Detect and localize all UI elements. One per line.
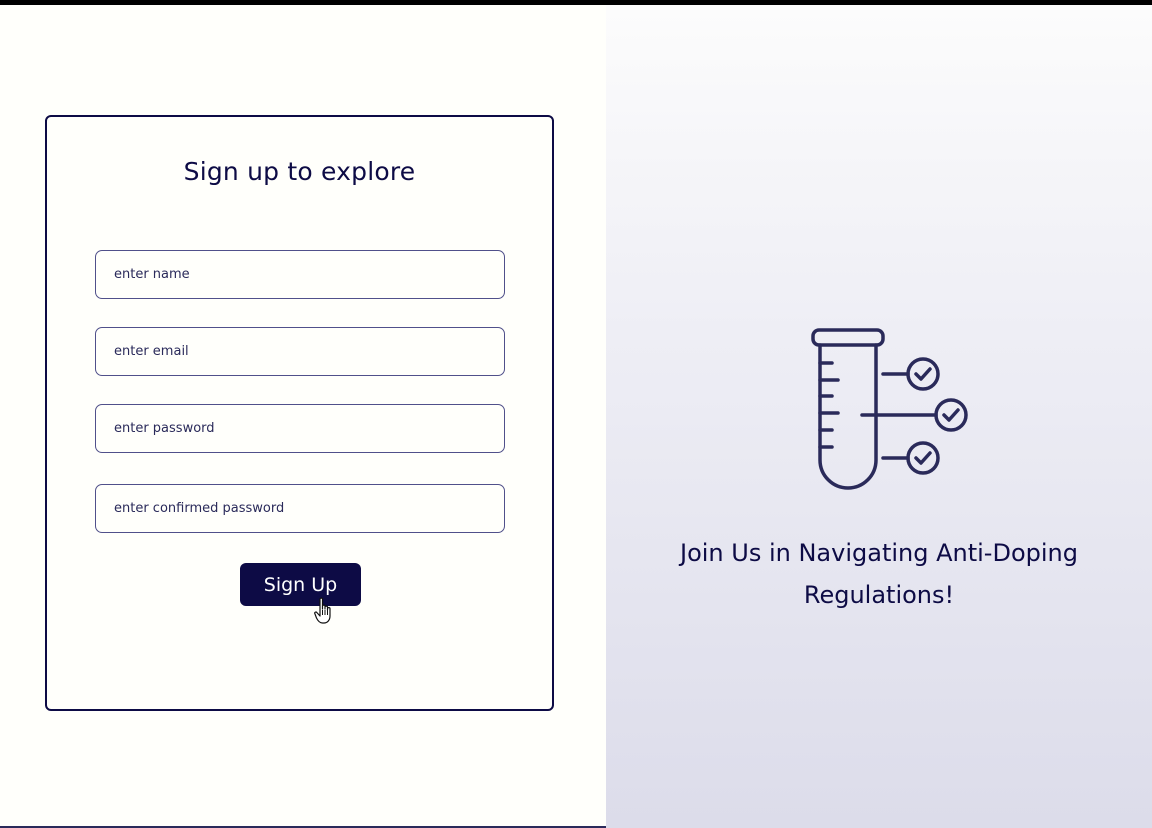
signup-title: Sign up to explore	[183, 157, 416, 186]
hero-tagline: Join Us in Navigating Anti-Doping Regula…	[680, 539, 1078, 609]
hero-pane: Join Us in Navigating Anti-Doping Regula…	[606, 5, 1152, 828]
signup-card: Sign up to explore Sign Up	[45, 115, 554, 711]
test-tube-check-icon	[811, 328, 968, 490]
confirm-password-input[interactable]	[95, 484, 505, 533]
name-input[interactable]	[95, 250, 505, 299]
signup-button[interactable]: Sign Up	[240, 563, 361, 606]
hand-cursor-icon	[314, 597, 331, 624]
email-input[interactable]	[95, 327, 505, 376]
password-input[interactable]	[95, 404, 505, 453]
